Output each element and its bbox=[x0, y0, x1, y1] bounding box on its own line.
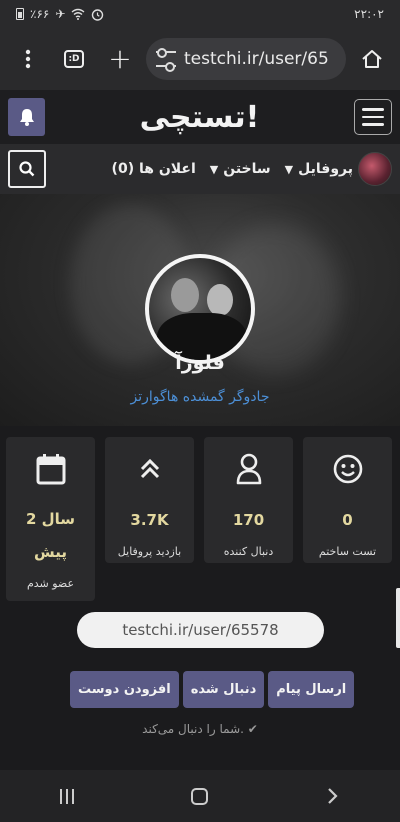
scroll-indicator[interactable] bbox=[396, 588, 400, 648]
search-button[interactable] bbox=[8, 150, 46, 188]
nav-profile-label: پروفایل bbox=[298, 161, 353, 177]
chevrons-up-icon bbox=[139, 451, 161, 487]
stat-label: بازدید پروفایل bbox=[117, 545, 182, 558]
address-text: testchi.ir/user/65 bbox=[184, 49, 329, 69]
followed-button[interactable]: دنبال شده bbox=[182, 671, 265, 708]
address-bar[interactable]: testchi.ir/user/65 bbox=[146, 38, 346, 80]
plus-icon: + bbox=[108, 42, 132, 75]
profile-stats: 2 سال پیش عضو شدم 3.7K بازدید پروفایل 17… bbox=[6, 437, 394, 601]
profile-avatar bbox=[145, 254, 255, 364]
nav-profile[interactable]: ▼ پروفایل bbox=[285, 152, 392, 186]
profile-name: فلورآ bbox=[175, 352, 225, 374]
tabs-button[interactable]: :D bbox=[54, 39, 94, 79]
battery-icon bbox=[16, 8, 24, 20]
stat-card-joined: 2 سال پیش عضو شدم bbox=[6, 437, 95, 601]
profile-url-text: testchi.ir/user/65578 bbox=[122, 621, 279, 639]
profile-actions: افزودن دوست دنبال شده ارسال پیام bbox=[70, 671, 355, 708]
new-tab-button[interactable]: + bbox=[100, 39, 140, 79]
site-logo[interactable]: تستچی! bbox=[140, 100, 261, 135]
tabs-count: :D bbox=[64, 50, 84, 68]
calendar-icon bbox=[36, 451, 66, 487]
back-chevron-icon bbox=[328, 788, 338, 804]
search-icon bbox=[19, 161, 35, 177]
profile-url-box[interactable]: testchi.ir/user/65578 bbox=[77, 612, 324, 648]
nav-menu: اعلان ها (0) ▼ ساختن ▼ پروفایل bbox=[46, 152, 392, 186]
battery-level: ٪۶۶ bbox=[30, 7, 50, 21]
status-time: ۲۲:۰۲ bbox=[354, 7, 384, 21]
airplane-icon: ✈ bbox=[55, 7, 66, 21]
chevron-down-icon: ▼ bbox=[209, 162, 219, 176]
nav-create[interactable]: ▼ ساختن bbox=[210, 161, 271, 177]
home-icon[interactable] bbox=[352, 39, 392, 79]
stat-value: 2 سال پیش bbox=[25, 510, 76, 561]
chevron-down-icon: ▼ bbox=[284, 162, 294, 176]
stat-card-tests: 0 تست ساختم bbox=[303, 437, 392, 563]
stat-card-followers: 170 دنبال کننده bbox=[204, 437, 293, 563]
nav-notifications[interactable]: اعلان ها (0) bbox=[112, 161, 196, 177]
status-icons: ٪۶۶ ✈ bbox=[16, 7, 104, 21]
nav-create-label: ساختن bbox=[223, 161, 271, 177]
site-header: تستچی! bbox=[0, 90, 400, 144]
avatar[interactable] bbox=[358, 152, 392, 186]
stat-value: 0 bbox=[342, 511, 353, 529]
profile-tagline: جادوگر گمشده هاگوارتز bbox=[130, 389, 270, 405]
follows-you-note: شما را دنبال می‌کند. ✔ bbox=[0, 722, 400, 736]
recents-button[interactable] bbox=[37, 776, 97, 816]
nav-notifications-label: اعلان ها (0) bbox=[111, 161, 196, 177]
send-message-button[interactable]: ارسال پیام bbox=[268, 671, 355, 708]
stat-value: 3.7K bbox=[130, 511, 169, 529]
alarm-icon bbox=[92, 8, 104, 21]
stat-label: تست ساختم bbox=[318, 545, 377, 558]
home-button[interactable] bbox=[170, 776, 230, 816]
wifi-icon bbox=[71, 8, 85, 20]
stat-label: دنبال کننده bbox=[223, 545, 274, 558]
follows-you-text: شما را دنبال می‌کند. bbox=[142, 722, 244, 736]
status-bar: ٪۶۶ ✈ ۲۲:۰۲ bbox=[0, 0, 400, 28]
system-navigation-bar bbox=[0, 770, 400, 822]
notifications-button[interactable] bbox=[8, 98, 45, 136]
home-circle-icon bbox=[191, 787, 209, 805]
add-friend-button[interactable]: افزودن دوست bbox=[70, 671, 179, 708]
user-icon bbox=[235, 451, 263, 487]
bell-icon bbox=[19, 109, 34, 126]
more-options-icon[interactable] bbox=[8, 39, 48, 79]
browser-toolbar: :D + testchi.ir/user/65 bbox=[0, 28, 400, 90]
recents-icon bbox=[59, 788, 74, 804]
back-button[interactable] bbox=[303, 776, 363, 816]
smile-icon bbox=[333, 451, 363, 487]
check-icon: ✔ bbox=[247, 722, 258, 736]
hamburger-menu-button[interactable] bbox=[353, 99, 392, 135]
stat-value: 170 bbox=[232, 511, 265, 529]
site-nav: اعلان ها (0) ▼ ساختن ▼ پروفایل bbox=[0, 144, 400, 194]
stat-card-views: 3.7K بازدید پروفایل bbox=[105, 437, 194, 563]
site-settings-icon[interactable] bbox=[156, 48, 176, 72]
stat-label: عضو شدم bbox=[26, 577, 75, 590]
profile-cover: فلورآ جادوگر گمشده هاگوارتز bbox=[0, 194, 400, 426]
